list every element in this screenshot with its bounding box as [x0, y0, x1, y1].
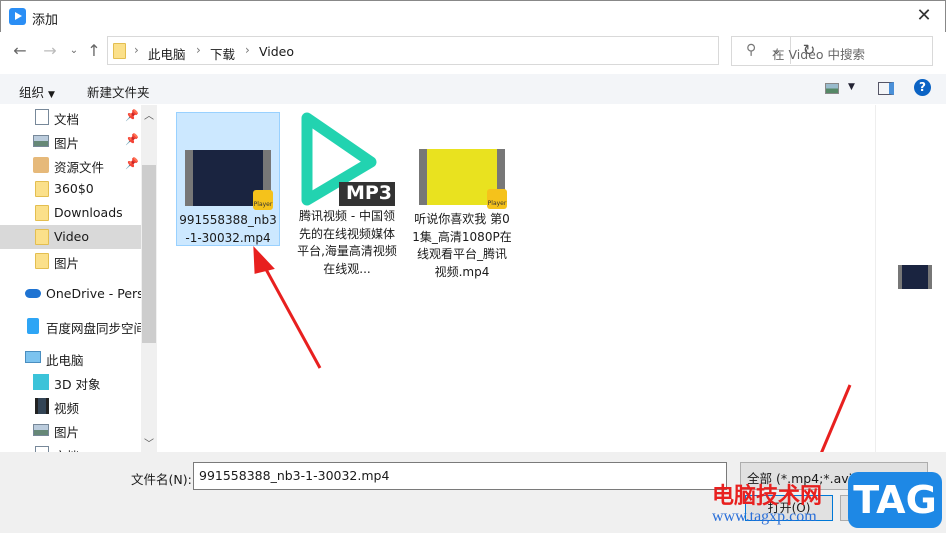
filename-label: 文件名(N):: [131, 472, 192, 487]
watermark-logo: TAG: [848, 472, 942, 528]
filename-input[interactable]: 991558388_nb3-1-30032.mp4: [193, 462, 727, 490]
arrow-head-1: [253, 246, 275, 274]
watermark-text: 电脑技术网: [712, 483, 823, 509]
watermark-url: www.tagxp.com: [712, 508, 817, 525]
annotation-arrow-1: [260, 261, 322, 369]
